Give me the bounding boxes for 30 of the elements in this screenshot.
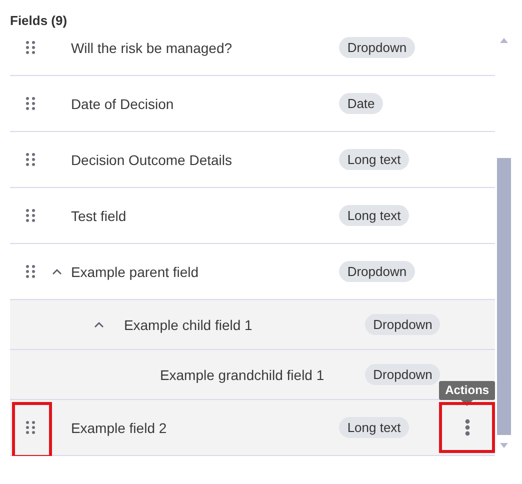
field-type-tag: Dropdown	[339, 37, 415, 58]
drag-handle-icon[interactable]	[26, 97, 35, 110]
field-label: Decision Outcome Details	[70, 152, 232, 168]
chevron-up-icon[interactable]	[94, 322, 104, 328]
drag-handle-icon[interactable]	[26, 41, 35, 54]
drag-handle-icon[interactable]	[26, 421, 35, 434]
field-type-tag: Date	[339, 93, 383, 114]
kebab-icon	[464, 419, 470, 436]
drag-handle-icon[interactable]	[26, 265, 35, 278]
field-type-tag: Dropdown	[365, 314, 440, 335]
field-label: Example parent field	[70, 264, 199, 280]
field-label: Example child field 1	[124, 316, 252, 332]
field-label: Test field	[70, 208, 126, 224]
drag-handle-icon[interactable]	[26, 209, 35, 222]
field-label: Date of Decision	[70, 96, 174, 112]
tooltip-pointer-icon	[461, 400, 474, 406]
scrollbar-thumb[interactable]	[497, 158, 511, 436]
field-label: Example field 2	[70, 420, 167, 436]
field-type-tag: Dropdown	[365, 364, 440, 385]
field-row[interactable]: Example child field 1 Dropdown	[10, 300, 495, 350]
tooltip: Actions	[439, 381, 495, 406]
drag-handle-icon[interactable]	[26, 153, 35, 166]
field-type-tag: Long text	[339, 417, 409, 438]
section-heading: Fields (9)	[9, 12, 68, 30]
chevron-up-icon[interactable]	[52, 268, 62, 274]
field-type-tag: Dropdown	[339, 261, 415, 282]
field-label: Will the risk be managed?	[70, 40, 232, 56]
field-type-tag: Long text	[339, 149, 409, 170]
field-label: Example grandchild field 1	[160, 366, 324, 382]
field-type-tag: Long text	[339, 205, 409, 226]
